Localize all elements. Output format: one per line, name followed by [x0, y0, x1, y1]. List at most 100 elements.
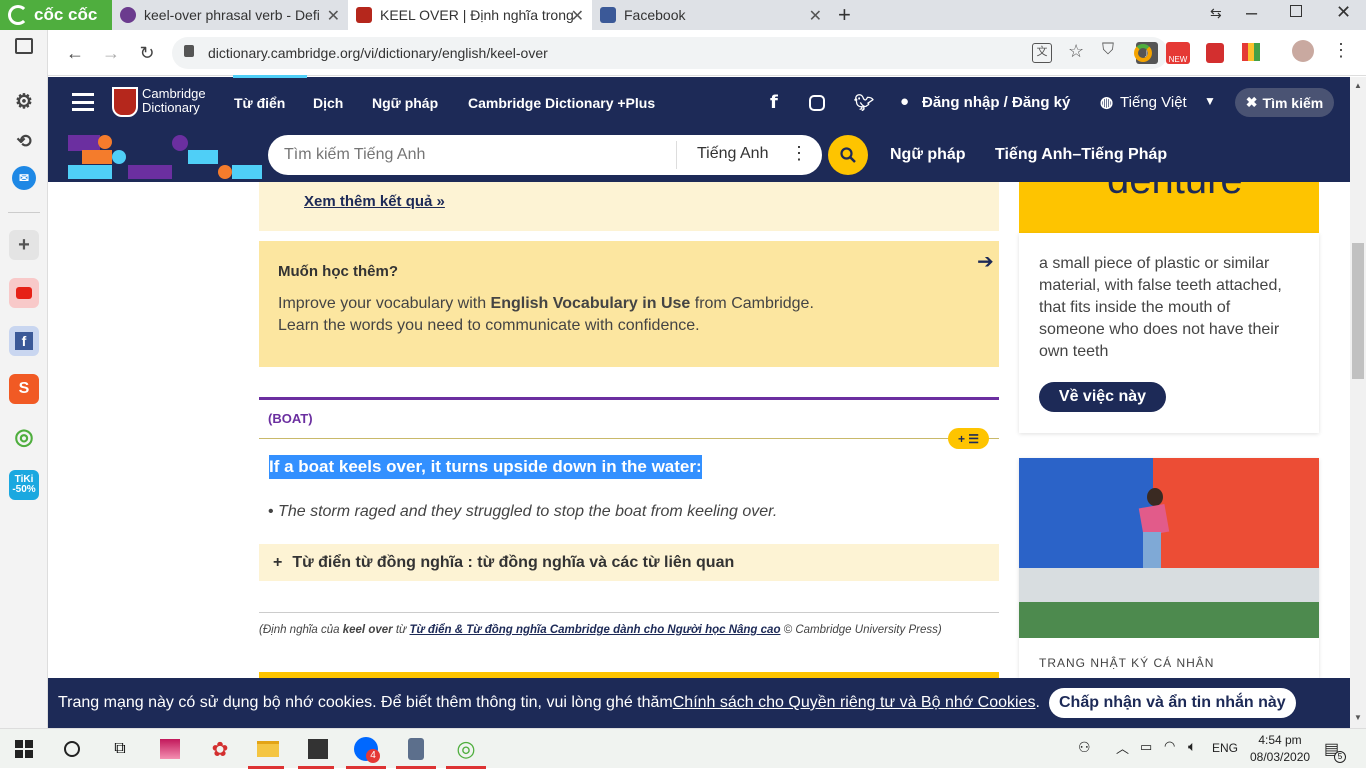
url-field[interactable]: dictionary.cambridge.org/vi/dictionary/e… [172, 37, 1168, 69]
tiki-icon[interactable]: TiKi -50% [9, 470, 39, 500]
nav-dictionary[interactable]: Từ điển [234, 95, 285, 111]
red-extension-icon[interactable] [1206, 43, 1224, 63]
close-tab-icon[interactable]: ✕ [327, 6, 340, 26]
youtube-icon[interactable] [9, 278, 39, 308]
tab-keel-over-cambridge[interactable]: KEEL OVER | Định nghĩa trong ✕ [348, 0, 592, 30]
facebook-icon[interactable]: f [9, 326, 39, 356]
battery-icon[interactable]: ▭ [1140, 739, 1152, 755]
site-logo[interactable]: Cambridge Dictionary [142, 87, 206, 115]
windows-start-icon[interactable] [10, 735, 38, 763]
app-puzzle-icon[interactable] [156, 735, 184, 763]
people-icon[interactable]: ⚇ [1078, 739, 1091, 756]
app-paint-icon[interactable]: ✿ [206, 735, 234, 763]
reload-icon[interactable]: ↻ [134, 40, 160, 66]
cookie-policy-link[interactable]: Chính sách cho Quyền riêng tư và Bộ nhớ … [673, 694, 1036, 712]
profile-avatar[interactable] [1292, 40, 1314, 62]
search-language-select[interactable]: Tiếng Anh [697, 145, 768, 163]
about-this-button[interactable]: Về việc này [1039, 382, 1166, 412]
cookie-banner: Trang mạng này có sử dụng bộ nhớ cookies… [48, 678, 1350, 728]
clock[interactable]: 4:54 pm 08/03/2020 [1250, 733, 1310, 764]
coccoc-rewards-icon[interactable] [1134, 44, 1152, 62]
guideword-divider [259, 438, 999, 439]
accept-cookies-button[interactable]: Chấp nhận và ẩn tin nhắn này [1049, 688, 1296, 718]
chevron-up-icon[interactable]: ︿ [1116, 738, 1129, 757]
see-more-results-link[interactable]: Xem thêm kết quả » [304, 193, 445, 210]
new-extension-icon[interactable]: NEW [1166, 42, 1190, 64]
wifi-icon[interactable]: ◠ [1164, 738, 1175, 754]
learn-more-card[interactable]: Muốn học thêm? ➔ Improve your vocabulary… [259, 241, 999, 367]
facebook-icon[interactable]: f [770, 92, 778, 113]
file-explorer-icon[interactable] [254, 735, 282, 763]
minimize-button[interactable]: – [1246, 2, 1257, 25]
tab-keel-over-defi[interactable]: keel-over phrasal verb - Defi ✕ [112, 0, 348, 30]
more-results-card: Xem thêm kết quả » [259, 182, 999, 231]
promo-title: Muốn học thêm? [278, 263, 398, 280]
word-definition: a small piece of plastic or similar mate… [1039, 255, 1282, 360]
search-input[interactable] [268, 146, 658, 164]
close-tab-icon[interactable]: ✕ [571, 6, 584, 26]
sticky-notes-icon[interactable] [304, 735, 332, 763]
zalo-icon[interactable]: 4 [352, 735, 380, 763]
search-band: Tiếng Anh ⋮ Ngữ pháp Tiếng Anh–Tiếng Phá… [48, 129, 1350, 182]
hamburger-menu-icon[interactable] [72, 93, 94, 111]
blog-card[interactable]: TRANG NHẬT KÝ CÁ NHÂN [1019, 458, 1319, 678]
tab-title: Facebook [624, 7, 686, 23]
app-phone-icon[interactable] [402, 735, 430, 763]
language-select[interactable]: Tiếng Việt [1120, 94, 1187, 111]
task-view-icon[interactable]: ⧉ [106, 735, 134, 763]
definition-credit: (Định nghĩa của keel over từ Từ điển & T… [259, 624, 942, 636]
nav2-english-french[interactable]: Tiếng Anh–Tiếng Pháp [995, 146, 1167, 164]
login-link[interactable]: Đăng nhập / Đăng ký [922, 94, 1070, 111]
volume-icon[interactable]: 🔈︎ [1188, 738, 1196, 755]
color-extension-icon[interactable] [1242, 43, 1260, 61]
arrow-right-icon[interactable]: ➔ [977, 249, 994, 274]
add-to-list-button[interactable]: + ☰ [948, 428, 989, 449]
translate-icon[interactable]: 文 [1032, 43, 1052, 63]
coccoc-extension-icon[interactable]: ◎ [9, 422, 39, 452]
coccoc-logo[interactable]: cốc cốc [0, 0, 112, 30]
person-head [1147, 488, 1163, 506]
brand-name: cốc cốc [34, 5, 98, 24]
coccoc-taskbar-icon[interactable]: ◎ [452, 735, 480, 763]
nav2-grammar[interactable]: Ngữ pháp [890, 146, 966, 164]
menu-more-icon[interactable]: ⋮ [1332, 40, 1350, 61]
shopee-icon[interactable]: S [9, 374, 39, 404]
tab-facebook[interactable]: Facebook ✕ [592, 0, 830, 30]
dictionary-options-icon[interactable]: ⋮ [790, 143, 808, 164]
blog-image [1019, 458, 1319, 638]
nav-plus[interactable]: Cambridge Dictionary +Plus [468, 95, 655, 111]
search-submit-button[interactable] [828, 135, 868, 175]
input-language[interactable]: ENG [1212, 741, 1238, 755]
shield-icon[interactable]: ⛉ [1102, 41, 1114, 59]
scroll-up-icon[interactable]: ▲ [1354, 81, 1362, 90]
credit-dictionary-link[interactable]: Từ điển & Từ đồng nghĩa Cambridge dành c… [410, 624, 781, 636]
back-icon[interactable]: ← [62, 40, 88, 66]
history-icon[interactable]: ⟲ [9, 126, 39, 156]
nav-translate[interactable]: Dịch [313, 95, 343, 111]
sidebar-add-button[interactable]: + [9, 230, 39, 260]
word-of-day[interactable]: denture [1107, 182, 1243, 203]
close-window-button[interactable]: ✕ [1336, 2, 1351, 23]
scroll-thumb[interactable] [1352, 243, 1364, 379]
blog-label: TRANG NHẬT KÝ CÁ NHÂN [1039, 656, 1215, 670]
settings-icon[interactable]: ⚙ [9, 86, 39, 116]
close-tab-icon[interactable]: ✕ [809, 6, 822, 26]
scroll-down-icon[interactable]: ▼ [1354, 713, 1362, 722]
maximize-button[interactable] [1290, 5, 1302, 17]
twitter-icon[interactable]: 🐦︎ [854, 93, 874, 113]
new-tab-button[interactable]: + [838, 2, 851, 28]
forward-icon[interactable]: → [98, 40, 124, 66]
messenger-icon[interactable]: ✉ [12, 166, 36, 190]
search-toggle-button[interactable]: ✖ Tìm kiếm [1235, 88, 1334, 117]
nav-grammar[interactable]: Ngữ pháp [372, 95, 438, 111]
page-scrollbar[interactable]: ▲ ▼ [1350, 77, 1366, 728]
decor-block [68, 165, 112, 179]
search-icon[interactable] [58, 735, 86, 763]
credit-word: keel over [342, 624, 393, 636]
tab-list-icon[interactable]: ⇆ [1210, 5, 1222, 22]
windows-taskbar: ⧉ ✿ 4 ◎ ⚇ ︿ ▭ ◠ 🔈︎ ENG 4:54 pm 08/03/202… [0, 728, 1366, 769]
instagram-icon[interactable] [809, 95, 825, 111]
star-icon[interactable]: ☆ [1068, 41, 1084, 62]
sidebar-toggle-icon[interactable] [15, 38, 33, 54]
thesaurus-expander[interactable]: + Từ điển từ đồng nghĩa : từ đồng nghĩa … [259, 544, 999, 581]
